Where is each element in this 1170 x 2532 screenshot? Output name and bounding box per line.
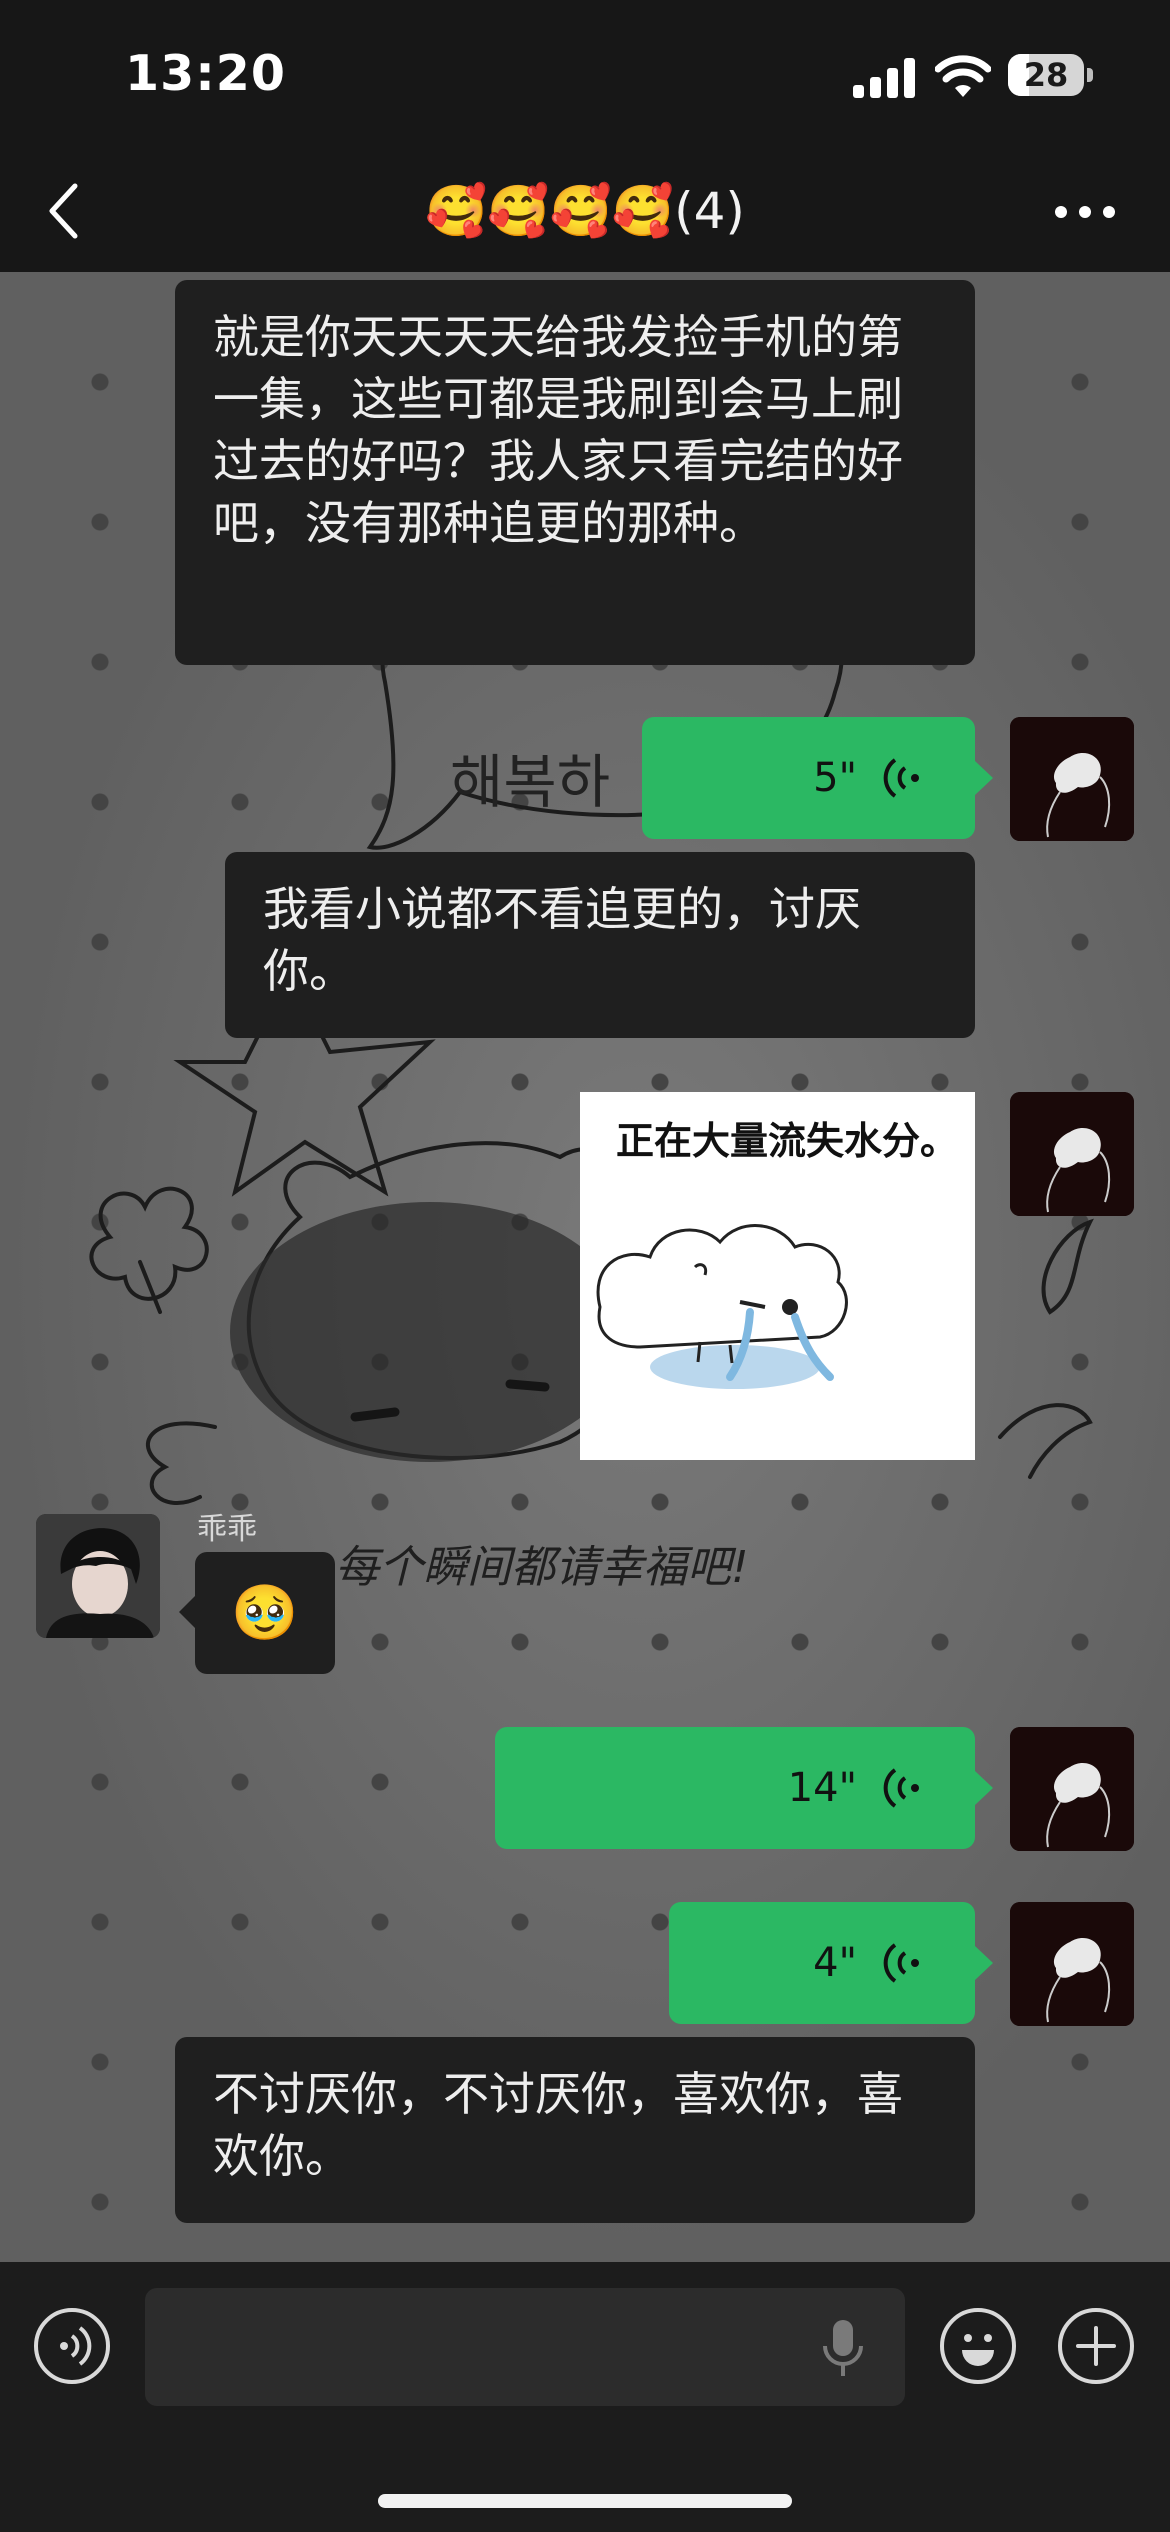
sender-name: 乖乖 <box>197 1512 257 1547</box>
avatar[interactable] <box>1010 1902 1134 2026</box>
avatar-image-icon <box>1010 1092 1134 1216</box>
message-text: 就是你天天天天给我发捡手机的第一集，这些可都是我刷到会马上刷过去的好吗？我人家只… <box>213 310 903 550</box>
battery-nub <box>1087 68 1093 82</box>
message-received-text[interactable]: 我看小说都不看追更的，讨厌你。 <box>225 852 975 1038</box>
avatar[interactable] <box>36 1514 160 1638</box>
crying-sheep-sticker-icon <box>596 1224 848 1389</box>
battery-level: 28 <box>1023 56 1069 94</box>
voice-mode-icon[interactable] <box>34 2308 110 2384</box>
avatar-image-icon <box>1010 1727 1134 1851</box>
ellipsis-icon[interactable] <box>1055 195 1115 225</box>
voice-wave-icon <box>883 1943 919 1983</box>
message-text: 不讨厌你，不讨厌你，喜欢你，喜欢你。 <box>213 2067 903 2183</box>
wifi-icon <box>935 55 991 97</box>
message-received-text[interactable]: 不讨厌你，不讨厌你，喜欢你，喜欢你。 <box>175 2037 975 2223</box>
sticker-caption: 正在大量流失水分。 <box>616 1119 959 1163</box>
avatar-image-icon <box>36 1514 160 1638</box>
voice-wave-icon <box>883 1768 919 1808</box>
voice-duration: 14" <box>787 1765 857 1811</box>
wallpaper-text-chinese: 每个瞬间都请幸福吧! <box>335 1542 749 1593</box>
voice-wave-icon <box>883 758 919 798</box>
message-text: 我看小说都不看追更的，讨厌你。 <box>263 882 861 998</box>
sticker-message[interactable]: 正在大量流失水分。 <box>580 1092 975 1460</box>
message-received-text[interactable]: 就是你天天天天给我发捡手机的第一集，这些可都是我刷到会马上刷过去的好吗？我人家只… <box>175 280 975 665</box>
voice-duration: 4" <box>813 1940 857 1986</box>
home-indicator[interactable] <box>378 2494 792 2508</box>
microphone-icon[interactable] <box>821 2318 865 2378</box>
voice-message[interactable]: 14" <box>495 1727 993 1849</box>
emoji-text: 🥹 <box>231 1581 299 1644</box>
avatar[interactable] <box>1010 1727 1134 1851</box>
battery-icon: 28 <box>1008 54 1084 96</box>
avatar-image-icon <box>1010 717 1134 841</box>
message-received-emoji[interactable]: 🥹 <box>179 1552 335 1674</box>
signal-icon <box>853 58 915 98</box>
avatar[interactable] <box>1010 717 1134 841</box>
chat-header: 🥰🥰🥰🥰(4) <box>0 150 1170 272</box>
avatar-image-icon <box>1010 1902 1134 2026</box>
smiley-icon[interactable] <box>940 2308 1016 2384</box>
wallpaper-text-korean: 해복하 <box>450 748 610 816</box>
chat-title[interactable]: 🥰🥰🥰🥰(4) <box>0 180 1170 242</box>
voice-message[interactable]: 4" <box>669 1902 993 2024</box>
message-input[interactable] <box>145 2288 905 2406</box>
input-bar <box>0 2262 1170 2532</box>
chat-area[interactable]: 해복하 每个瞬间都请幸福吧! 就是你天天天天给我发捡手机的第一集，这些可都是我刷… <box>0 272 1170 2262</box>
status-bar: 13:20 28 <box>0 0 1170 150</box>
voice-duration: 5" <box>813 755 857 801</box>
avatar[interactable] <box>1010 1092 1134 1216</box>
voice-message[interactable]: 5" <box>642 717 993 839</box>
plus-icon[interactable] <box>1058 2308 1134 2384</box>
status-time: 13:20 <box>125 45 286 102</box>
